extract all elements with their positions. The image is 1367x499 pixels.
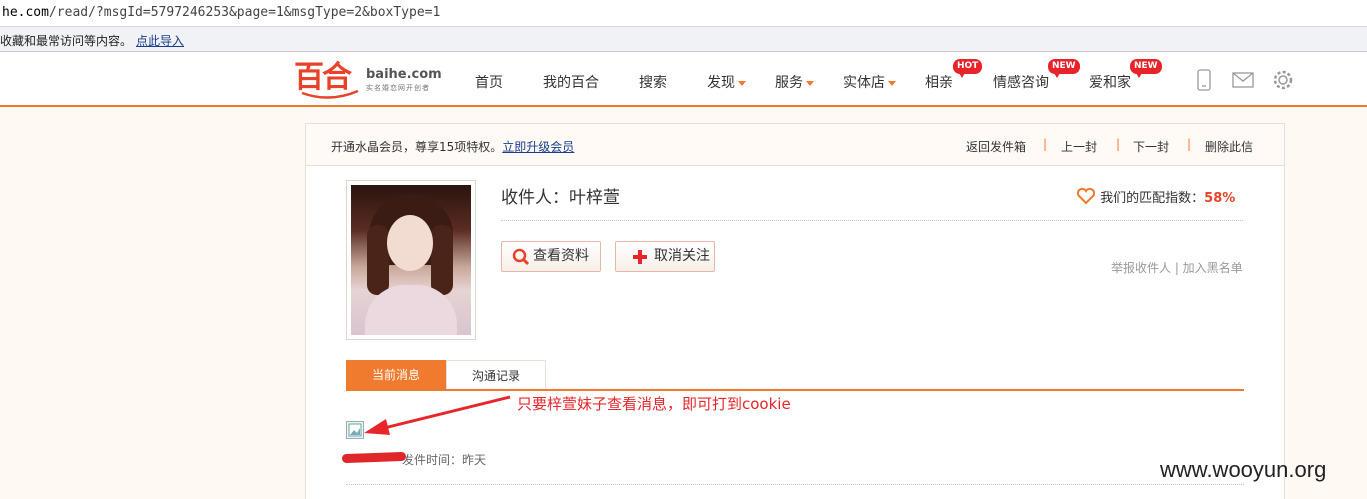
separator: |: [1187, 137, 1192, 151]
annotation-arrow-icon: [364, 395, 511, 435]
nav-stores[interactable]: 实体店: [843, 72, 896, 92]
tabs-underline: [346, 389, 1244, 391]
mail-icon[interactable]: [1232, 72, 1254, 88]
recipient-name: 收件人：叶梓萱: [501, 188, 620, 208]
settings-gear-icon[interactable]: [1272, 69, 1294, 91]
nav-blind-date[interactable]: 相亲: [925, 72, 953, 92]
nav-discover[interactable]: 发现: [707, 72, 746, 92]
tab-history[interactable]: 沟通记录: [446, 360, 546, 390]
nav-love-family[interactable]: 爱和家: [1089, 72, 1131, 92]
annotation-text: 只要梓萱妹子查看消息，即可打到cookie: [517, 395, 791, 413]
match-index: 我们的匹配指数：58%: [1076, 187, 1235, 206]
chevron-down-icon: [738, 80, 746, 86]
recipient-avatar[interactable]: [346, 180, 476, 340]
nav-discover-label: 发现: [707, 75, 735, 91]
upgrade-member-link[interactable]: 立即升级会员: [502, 140, 574, 154]
promo-label: 开通水晶会员，尊享15项特权。: [331, 140, 503, 154]
nav-services[interactable]: 服务: [775, 72, 814, 92]
site-logo-domain: baihe.com: [366, 67, 442, 82]
phone-icon[interactable]: [1197, 69, 1211, 91]
chevron-down-icon: [888, 80, 896, 86]
view-profile-button[interactable]: 查看资料: [501, 241, 601, 272]
avatar-hair: [431, 225, 453, 295]
site-logo-tagline: 实名婚恋网开创者: [366, 84, 430, 92]
delete-message-link[interactable]: 删除此信: [1205, 138, 1253, 155]
message-toolbar: 开通水晶会员，尊享15项特权。立即升级会员 返回发件箱 | 上一封 | 下一封 …: [306, 124, 1284, 166]
view-profile-label: 查看资料: [533, 248, 589, 264]
match-label: 我们的匹配指数：: [1100, 191, 1205, 206]
next-message-link[interactable]: 下一封: [1133, 138, 1169, 155]
nav-search[interactable]: 搜索: [639, 72, 667, 92]
address-url[interactable]: he.com/read/?msgId=5797246253&page=1&msg…: [2, 5, 440, 20]
sent-time-label: 发件时间：昨天: [402, 453, 487, 467]
match-value: 58%: [1204, 191, 1236, 206]
browser-address-bar[interactable]: he.com/read/?msgId=5797246253&page=1&msg…: [0, 0, 1367, 27]
nav-stores-label: 实体店: [843, 75, 885, 91]
bookmark-import-bar: 收藏和最常访问等内容。 点此导入: [0, 27, 1367, 52]
nav-services-label: 服务: [775, 75, 803, 91]
nav-counseling[interactable]: 情感咨询: [993, 72, 1049, 92]
promo-text: 开通水晶会员，尊享15项特权。立即升级会员: [331, 138, 574, 155]
logo-swoosh-icon: [301, 89, 359, 99]
nav-home[interactable]: 首页: [475, 72, 503, 92]
separator: |: [1043, 137, 1048, 151]
avatar-face: [387, 215, 433, 271]
search-icon: [512, 248, 530, 266]
divider: [501, 220, 1243, 221]
new-badge: NEW: [1130, 59, 1162, 78]
report-blacklist-links[interactable]: 举报收件人 | 加入黑名单: [1111, 259, 1243, 276]
bookmark-import-link[interactable]: 点此导入: [136, 32, 184, 49]
unfollow-button[interactable]: 取消关注: [615, 241, 715, 272]
new-badge: NEW: [1048, 59, 1080, 78]
avatar-hair: [367, 225, 389, 295]
avatar-photo: [351, 185, 471, 335]
watermark: www.wooyun.org: [1160, 457, 1327, 482]
address-host: he.com: [2, 5, 49, 20]
site-header: 百合 baihe.com 实名婚恋网开创者 首页 我的百合 搜索 发现 服务 实…: [0, 53, 1367, 107]
unfollow-label: 取消关注: [654, 248, 710, 264]
plus-icon: [633, 250, 647, 264]
prev-message-link[interactable]: 上一封: [1061, 138, 1097, 155]
chevron-down-icon: [806, 80, 814, 86]
heart-icon: [1076, 187, 1096, 205]
bookmark-import-text: 收藏和最常访问等内容。: [0, 34, 133, 48]
divider: [346, 484, 1244, 485]
nav-my-baihe[interactable]: 我的百合: [543, 72, 599, 92]
back-to-outbox-link[interactable]: 返回发件箱: [966, 138, 1026, 155]
address-path: /read/?msgId=5797246253&page=1&msgType=2…: [48, 5, 441, 20]
tab-current-message[interactable]: 当前消息: [346, 360, 446, 390]
separator: |: [1116, 137, 1121, 151]
hot-badge: HOT: [953, 59, 983, 78]
